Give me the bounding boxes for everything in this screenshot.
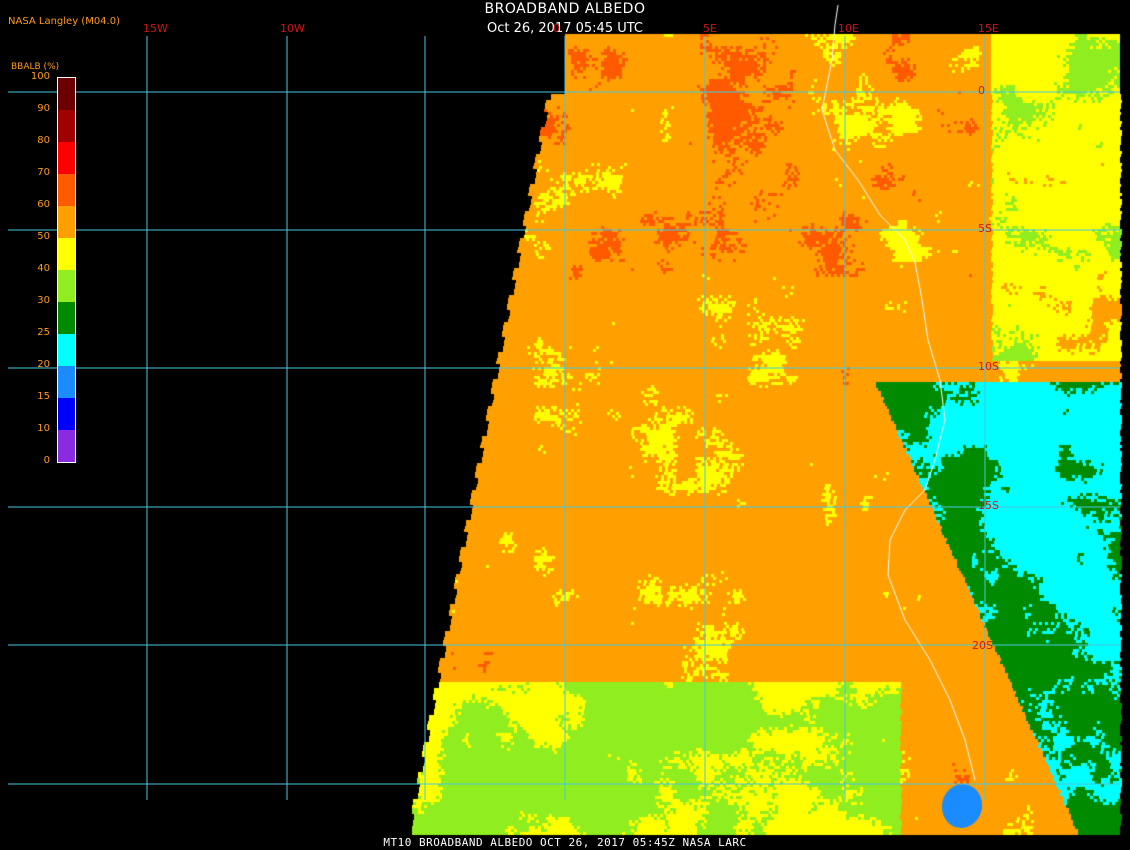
colorbar-swatch [58, 334, 75, 366]
colorbar-tick-label: 90 [37, 103, 50, 114]
colorbar-swatch [58, 270, 75, 302]
longitude-label: 15W [143, 22, 168, 35]
longitude-label: 10E [838, 22, 859, 35]
colorbar-swatch [58, 110, 75, 142]
colorbar-tick-label: 20 [37, 359, 50, 370]
colorbar-swatch [58, 398, 75, 430]
colorbar-tick-label: 70 [37, 167, 50, 178]
colorbar-swatch [58, 78, 75, 110]
latitude-label: 20S [972, 639, 993, 652]
latitude-label: 0 [978, 84, 985, 97]
footer-caption: MT10 BROADBAND ALBEDO OCT 26, 2017 05:45… [383, 836, 747, 849]
colorbar-swatches [57, 77, 76, 463]
colorbar-tick-label: 0 [43, 455, 50, 466]
colorbar-tick-label: 30 [37, 295, 50, 306]
albedo-map-view: BROADBAND ALBEDO Oct 26, 2017 05:45 UTC … [0, 0, 1130, 850]
latitude-label: 10S [978, 360, 999, 373]
colorbar-swatch [58, 238, 75, 270]
lat-lon-grid [8, 36, 1120, 800]
colorbar-swatch [58, 302, 75, 334]
latitude-label: 15S [978, 499, 999, 512]
colorbar-tick-label: 25 [37, 327, 50, 338]
colorbar-tick-label: 80 [37, 135, 50, 146]
colorbar-swatch [58, 206, 75, 238]
colorbar-swatch [58, 174, 75, 206]
colorbar-swatch [58, 142, 75, 174]
producer-label: NASA Langley (M04.0) [8, 16, 120, 27]
colorbar-tick-label: 40 [37, 263, 50, 274]
longitude-label: 15E [978, 22, 999, 35]
colorbar-tick-label: 100 [30, 71, 50, 82]
colorbar-swatch [58, 430, 75, 462]
longitude-label: 5E [703, 22, 717, 35]
longitude-label: 0 [553, 22, 560, 35]
latitude-label: 5S [978, 222, 992, 235]
colorbar-swatch [58, 366, 75, 398]
colorbar-tick-label: 10 [37, 423, 50, 434]
map-title: BROADBAND ALBEDO [484, 1, 646, 17]
colorbar-tick-label: 60 [37, 199, 50, 210]
longitude-label: 10W [280, 22, 305, 35]
colorbar-tick-label: 50 [37, 231, 50, 242]
map-timestamp: Oct 26, 2017 05:45 UTC [487, 21, 643, 36]
colorbar-tick-label: 15 [37, 391, 50, 402]
